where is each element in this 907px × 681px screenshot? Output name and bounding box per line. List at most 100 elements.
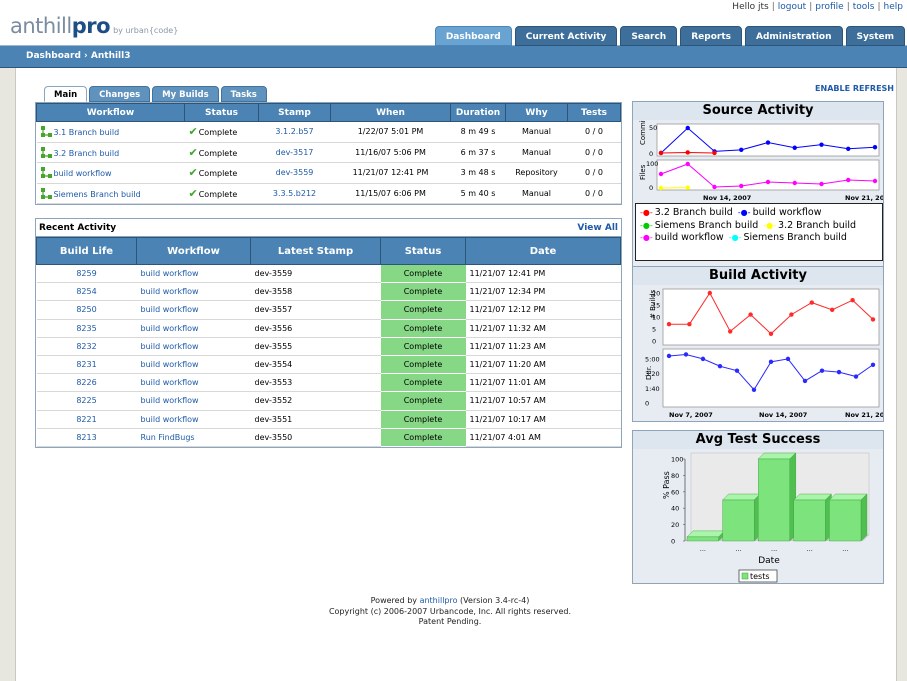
build-life-link[interactable]: 8232 [76, 342, 96, 351]
build-life-cell: 8235 [36, 319, 137, 338]
workflow-link[interactable]: Siemens Branch build [54, 190, 141, 199]
builds-series-point [768, 331, 774, 336]
table-header-row: Build Life Workflow Latest Stamp Status … [36, 237, 621, 265]
build-life-link[interactable]: 8235 [76, 324, 96, 333]
commits-plot-area [656, 123, 880, 157]
logout-link[interactable]: logout [778, 2, 806, 12]
view-all-link[interactable]: View All [577, 223, 618, 233]
main-nav-tabs: Dashboard Current Activity Search Report… [434, 26, 905, 46]
tab-dashboard[interactable]: Dashboard [434, 26, 512, 46]
legend-swatch [741, 572, 749, 580]
y-tick-label: 0 [645, 400, 649, 408]
enable-refresh-link[interactable]: ENABLE REFRESH [815, 84, 894, 93]
workflow-link[interactable]: 3.1 Branch build [54, 128, 120, 137]
duration-cell: 8 m 49 s [450, 121, 506, 143]
workflow-link[interactable]: build workflow [141, 287, 199, 296]
bar-top [757, 452, 797, 460]
legend-label: Siemens Branch build [654, 219, 759, 231]
when-cell: 11/15/07 6:06 PM [330, 183, 451, 204]
help-link[interactable]: help [884, 2, 903, 12]
build-workflow-files-point [872, 178, 878, 184]
dashboard-subtabs: Main Changes My Builds Tasks [44, 86, 267, 102]
source-activity-legend: -●- 3.2 Branch build -●- build workflow -●- S… [635, 203, 883, 261]
stamp-cell: dev-3556 [250, 319, 381, 338]
duration-series-point [751, 387, 757, 392]
y-tick-label: 1:40 [645, 385, 660, 393]
stamp-link[interactable]: dev-3559 [276, 168, 314, 177]
build-life-link[interactable]: 8231 [76, 360, 96, 369]
table-row: 8250 build workflow dev-3557 Complete 11/21/… [36, 300, 621, 320]
duration-cell: 5 m 40 s [450, 183, 506, 204]
build-life-link[interactable]: 8254 [76, 287, 96, 296]
workflow-link[interactable]: build workflow [141, 324, 199, 333]
tab-reports[interactable]: Reports [680, 26, 742, 46]
workflow-link[interactable]: Run FindBugs [141, 433, 195, 442]
subtab-tasks[interactable]: Tasks [220, 86, 267, 102]
tools-link[interactable]: tools [853, 2, 875, 12]
workflow-link[interactable]: build workflow [141, 360, 199, 369]
build-workflow-files-point [712, 184, 717, 190]
build-life-link[interactable]: 8213 [76, 433, 96, 442]
subtab-changes[interactable]: Changes [89, 86, 151, 102]
duration-series-point [700, 356, 706, 362]
build-life-link[interactable]: 8250 [76, 305, 96, 314]
stamp-link[interactable]: dev-3517 [276, 148, 314, 157]
build-life-link[interactable]: 8221 [76, 415, 96, 424]
duration-cell: 6 m 37 s [450, 142, 506, 163]
workflow-link[interactable]: build workflow [54, 169, 112, 178]
build-life-link[interactable]: 8259 [76, 269, 96, 278]
subtab-main[interactable]: Main [44, 86, 88, 102]
tab-current-activity[interactable]: Current Activity [514, 26, 618, 46]
branch32-files-point [685, 185, 690, 190]
stamp-link[interactable]: 3.3.5.b212 [273, 189, 316, 198]
builds-series-point [748, 312, 753, 317]
y-tick-label: 0 [671, 538, 675, 546]
status-badge: Complete [380, 282, 466, 302]
date-cell: 11/21/07 10:57 AM [465, 391, 621, 411]
x-tick-label: ... [807, 545, 813, 553]
tests-cell: 0 / 0 [567, 142, 621, 163]
profile-link[interactable]: profile [815, 2, 843, 12]
builds-series-point [728, 329, 733, 334]
col-status: Status [184, 103, 259, 122]
y-tick-label: 100 [646, 160, 658, 168]
anthillpro-logo[interactable]: anthillpro by urban{code} [10, 14, 178, 38]
table-row: 8254 build workflow dev-3558 Complete 11/21/… [36, 282, 621, 302]
date-cell: 11/21/07 4:01 AM [465, 428, 621, 447]
tab-administration[interactable]: Administration [744, 26, 843, 46]
build-workflow-files-point [819, 181, 824, 187]
build-workflow-files-point [792, 180, 797, 186]
tab-system[interactable]: System [845, 26, 905, 46]
workflow-link[interactable]: build workflow [141, 305, 199, 314]
branch32-commits-point [658, 150, 664, 156]
build-workflow-files-point [685, 161, 690, 167]
tab-search[interactable]: Search [620, 26, 678, 46]
status-badge: Complete [380, 337, 466, 356]
legend-label: build workflow [654, 232, 724, 243]
stamp-link[interactable]: 3.1.2.b57 [275, 127, 313, 136]
workflow-link[interactable]: build workflow [141, 269, 199, 278]
builds-series-point [809, 300, 814, 305]
workflow-link[interactable]: build workflow [141, 396, 199, 405]
workflow-link[interactable]: 3.2 Branch build [54, 149, 120, 158]
workflow-link[interactable]: build workflow [141, 415, 199, 424]
subtab-my-builds[interactable]: My Builds [152, 86, 219, 102]
legend-label: build workflow [752, 207, 822, 218]
status-badge: Complete [380, 373, 466, 393]
col-when: When [330, 103, 451, 122]
legend-swatch: -●- [763, 220, 777, 230]
anthillpro-link[interactable]: anthillpro [420, 596, 458, 605]
status-badge: Complete [380, 355, 466, 375]
build-life-link[interactable]: 8225 [76, 396, 96, 405]
y-tick-label: 20 [671, 521, 679, 529]
x-tick-label: ... [771, 545, 777, 553]
legend-item: -●- 3.2 Branch build [640, 207, 733, 220]
stamp-cell: 3.1.2.b57 [258, 121, 331, 143]
breadcrumb-dashboard[interactable]: Dashboard [26, 51, 81, 61]
build-life-cell: 8254 [36, 282, 137, 302]
workflow-link[interactable]: build workflow [141, 378, 199, 387]
workflow-link[interactable]: build workflow [141, 342, 199, 351]
x-tick-label: Nov 21, 20 [845, 411, 883, 419]
x-tick-label: ... [842, 545, 848, 553]
build-life-link[interactable]: 8226 [76, 378, 96, 387]
